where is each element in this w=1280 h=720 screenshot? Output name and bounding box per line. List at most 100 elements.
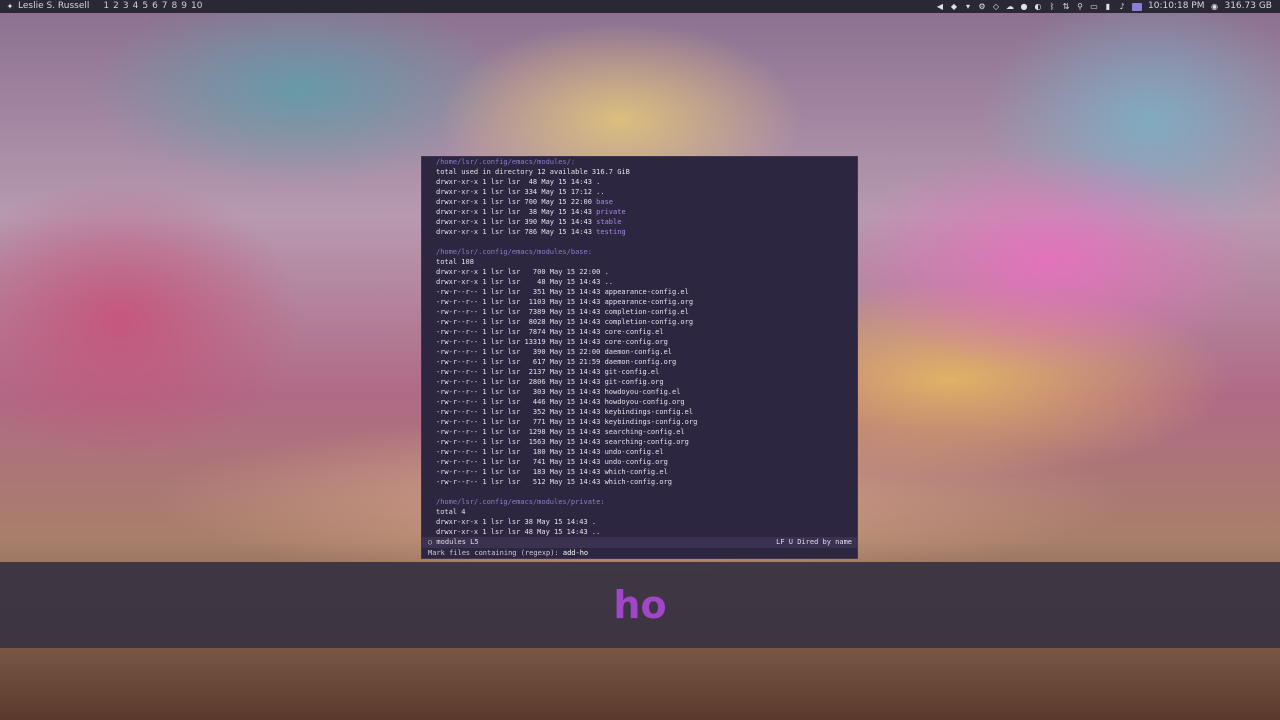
dired-line[interactable]: drwxr-xr-x 1 lsr lsr 48 May 15 14:43 .. xyxy=(422,527,857,536)
settings-icon[interactable]: ⚙ xyxy=(978,2,986,11)
dired-dir-name[interactable]: base xyxy=(596,198,613,206)
dired-line[interactable]: drwxr-xr-x 1 lsr lsr 38 May 15 14:43 . xyxy=(422,517,857,527)
shield-icon[interactable]: ◆ xyxy=(950,2,958,11)
steam-icon[interactable]: ● xyxy=(1020,2,1028,11)
network-icon[interactable]: ⇅ xyxy=(1062,2,1070,11)
dired-line-text: -rw-r--r-- 1 lsr lsr 1103 May 15 14:43 a… xyxy=(436,298,694,306)
tray-indicator-icon[interactable] xyxy=(1132,2,1142,11)
dired-line[interactable]: total 4 xyxy=(422,507,857,517)
keyboard-icon[interactable]: ▭ xyxy=(1090,2,1098,11)
dired-line[interactable]: -rw-r--r-- 1 lsr lsr 7874 May 15 14:43 c… xyxy=(422,327,857,337)
notification-icon[interactable]: ♪ xyxy=(1118,2,1126,11)
dired-line[interactable]: -rw-r--r-- 1 lsr lsr 303 May 15 14:43 ho… xyxy=(422,387,857,397)
disk-free: 316.73 GB xyxy=(1224,1,1272,11)
dired-dir-name[interactable]: stable xyxy=(596,218,621,226)
dired-line[interactable]: -rw-r--r-- 1 lsr lsr 771 May 15 14:43 ke… xyxy=(422,417,857,427)
dired-line[interactable]: -rw-r--r-- 1 lsr lsr 1103 May 15 14:43 a… xyxy=(422,297,857,307)
dired-line-text: drwxr-xr-x 1 lsr lsr 786 May 15 14:43 xyxy=(436,228,597,236)
workspace-5[interactable]: 5 xyxy=(142,0,148,13)
dired-line-text: -rw-r--r-- 1 lsr lsr 7874 May 15 14:43 c… xyxy=(436,328,664,336)
dired-line-text: /home/lsr/.config/emacs/modules/private: xyxy=(436,498,605,506)
dired-directory-header[interactable]: /home/lsr/.config/emacs/modules/base: xyxy=(422,247,857,257)
panel-right: ◀ ◆ ▾ ⚙ ◇ ☁ ● ◐ ᛒ ⇅ ⚲ ▭ ▮ ♪ 10:10:18 PM … xyxy=(936,0,1280,13)
wifi-icon[interactable]: ▾ xyxy=(964,2,972,11)
dired-line[interactable]: drwxr-xr-x 1 lsr lsr 786 May 15 14:43 te… xyxy=(422,227,857,237)
dired-line[interactable]: drwxr-xr-x 1 lsr lsr 700 May 15 22:00 ba… xyxy=(422,197,857,207)
workspace-7[interactable]: 7 xyxy=(162,0,168,13)
dired-line[interactable] xyxy=(422,487,857,497)
app-menu-icon[interactable]: ✦ xyxy=(6,2,14,11)
dired-buffer[interactable]: /home/lsr/.config/emacs/modules/: total u… xyxy=(422,157,857,536)
workspace-6[interactable]: 6 xyxy=(152,0,158,13)
dired-line-text: -rw-r--r-- 1 lsr lsr 771 May 15 14:43 ke… xyxy=(436,418,698,426)
emacs-frame[interactable]: /home/lsr/.config/emacs/modules/: total u… xyxy=(421,156,858,559)
dired-line[interactable]: drwxr-xr-x 1 lsr lsr 38 May 15 14:43 pri… xyxy=(422,207,857,217)
dired-line[interactable]: -rw-r--r-- 1 lsr lsr 390 May 15 22:00 da… xyxy=(422,347,857,357)
dired-line-text: total 108 xyxy=(436,258,474,266)
battery-icon[interactable]: ▮ xyxy=(1104,2,1112,11)
volume-icon[interactable]: ◀ xyxy=(936,2,944,11)
dropbox-icon[interactable]: ◇ xyxy=(992,2,1000,11)
panel-left: ✦ Leslie S. Russell 1 2 3 4 5 6 7 8 9 10 xyxy=(0,0,203,13)
keycast-text: ho xyxy=(613,583,667,627)
dired-line[interactable]: drwxr-xr-x 1 lsr lsr 700 May 15 22:00 . xyxy=(422,267,857,277)
dired-line[interactable]: -rw-r--r-- 1 lsr lsr 183 May 15 14:43 wh… xyxy=(422,467,857,477)
minibuffer[interactable]: Mark files containing (regexp): add-ho xyxy=(428,549,588,558)
dired-line-text: -rw-r--r-- 1 lsr lsr 741 May 15 14:43 un… xyxy=(436,458,668,466)
keycast-overlay: ho xyxy=(0,562,1280,648)
workspace-8[interactable]: 8 xyxy=(172,0,178,13)
dired-line[interactable] xyxy=(422,237,857,247)
dired-line[interactable]: -rw-r--r-- 1 lsr lsr 1563 May 15 14:43 s… xyxy=(422,437,857,447)
dired-line[interactable]: drwxr-xr-x 1 lsr lsr 334 May 15 17:12 .. xyxy=(422,187,857,197)
clock[interactable]: 10:10:18 PM xyxy=(1148,0,1204,13)
workspace-2[interactable]: 2 xyxy=(113,0,119,13)
dired-directory-header[interactable]: /home/lsr/.config/emacs/modules/: xyxy=(422,157,857,167)
dired-dir-name[interactable]: testing xyxy=(596,228,626,236)
dired-line[interactable]: -rw-r--r-- 1 lsr lsr 512 May 15 14:43 wh… xyxy=(422,477,857,487)
minibuffer-prompt: Mark files containing (regexp): xyxy=(428,549,563,557)
dired-line[interactable]: total used in directory 12 available 316… xyxy=(422,167,857,177)
dired-line-text: total 4 xyxy=(436,508,466,516)
dired-line-text: -rw-r--r-- 1 lsr lsr 303 May 15 14:43 ho… xyxy=(436,388,681,396)
dired-line-text: -rw-r--r-- 1 lsr lsr 617 May 15 21:59 da… xyxy=(436,358,677,366)
dired-line[interactable]: -rw-r--r-- 1 lsr lsr 2806 May 15 14:43 g… xyxy=(422,377,857,387)
dired-line-text: drwxr-xr-x 1 lsr lsr 48 May 15 14:43 . xyxy=(436,178,601,186)
dired-line-text: drwxr-xr-x 1 lsr lsr 700 May 15 22:00 . xyxy=(436,268,609,276)
dired-line[interactable]: -rw-r--r-- 1 lsr lsr 2137 May 15 14:43 g… xyxy=(422,367,857,377)
workspace-4[interactable]: 4 xyxy=(133,0,139,13)
top-panel: ✦ Leslie S. Russell 1 2 3 4 5 6 7 8 9 10 ◀ ◆ ▾ ⚙ … xyxy=(0,0,1280,13)
dired-line[interactable]: -rw-r--r-- 1 lsr lsr 7389 May 15 14:43 c… xyxy=(422,307,857,317)
dired-line-text: -rw-r--r-- 1 lsr lsr 2806 May 15 14:43 g… xyxy=(436,378,664,386)
dired-line[interactable]: -rw-r--r-- 1 lsr lsr 1298 May 15 14:43 s… xyxy=(422,427,857,437)
dired-line[interactable]: -rw-r--r-- 1 lsr lsr 180 May 15 14:43 un… xyxy=(422,447,857,457)
chat-icon[interactable]: ◐ xyxy=(1034,2,1042,11)
dired-line[interactable]: -rw-r--r-- 1 lsr lsr 446 May 15 14:43 ho… xyxy=(422,397,857,407)
dired-line-text: drwxr-xr-x 1 lsr lsr 38 May 15 14:43 xyxy=(436,208,597,216)
dired-line[interactable]: drwxr-xr-x 1 lsr lsr 48 May 15 14:43 . xyxy=(422,177,857,187)
dired-line[interactable]: -rw-r--r-- 1 lsr lsr 8028 May 15 14:43 c… xyxy=(422,317,857,327)
dired-line[interactable]: -rw-r--r-- 1 lsr lsr 352 May 15 14:43 ke… xyxy=(422,407,857,417)
dired-line[interactable]: -rw-r--r-- 1 lsr lsr 351 May 15 14:43 ap… xyxy=(422,287,857,297)
dired-line[interactable]: -rw-r--r-- 1 lsr lsr 13319 May 15 14:43 … xyxy=(422,337,857,347)
dired-line[interactable]: -rw-r--r-- 1 lsr lsr 741 May 15 14:43 un… xyxy=(422,457,857,467)
minibuffer-input[interactable]: add-ho xyxy=(563,549,588,557)
dired-line[interactable]: total 108 xyxy=(422,257,857,267)
dired-line[interactable]: -rw-r--r-- 1 lsr lsr 617 May 15 21:59 da… xyxy=(422,357,857,367)
dired-line-text: drwxr-xr-x 1 lsr lsr 38 May 15 14:43 . xyxy=(436,518,597,526)
cloud-icon[interactable]: ☁ xyxy=(1006,2,1014,11)
user-name[interactable]: Leslie S. Russell xyxy=(18,0,89,13)
dired-line[interactable]: drwxr-xr-x 1 lsr lsr 48 May 15 14:43 .. xyxy=(422,277,857,287)
dired-line-text: -rw-r--r-- 1 lsr lsr 7389 May 15 14:43 c… xyxy=(436,308,689,316)
workspace-10[interactable]: 10 xyxy=(191,0,202,13)
mode-line-info: LF U Dired by name xyxy=(776,538,852,546)
dired-line[interactable]: drwxr-xr-x 1 lsr lsr 390 May 15 14:43 st… xyxy=(422,217,857,227)
dired-directory-header[interactable]: /home/lsr/.config/emacs/modules/private: xyxy=(422,497,857,507)
workspace-1[interactable]: 1 xyxy=(103,0,109,13)
dired-line-text: -rw-r--r-- 1 lsr lsr 446 May 15 14:43 ho… xyxy=(436,398,685,406)
bluetooth-icon[interactable]: ᛒ xyxy=(1048,2,1056,11)
dired-line-text: -rw-r--r-- 1 lsr lsr 390 May 15 22:00 da… xyxy=(436,348,673,356)
workspace-3[interactable]: 3 xyxy=(123,0,129,13)
workspace-9[interactable]: 9 xyxy=(181,0,187,13)
location-icon[interactable]: ⚲ xyxy=(1076,2,1084,11)
dired-dir-name[interactable]: private xyxy=(596,208,626,216)
